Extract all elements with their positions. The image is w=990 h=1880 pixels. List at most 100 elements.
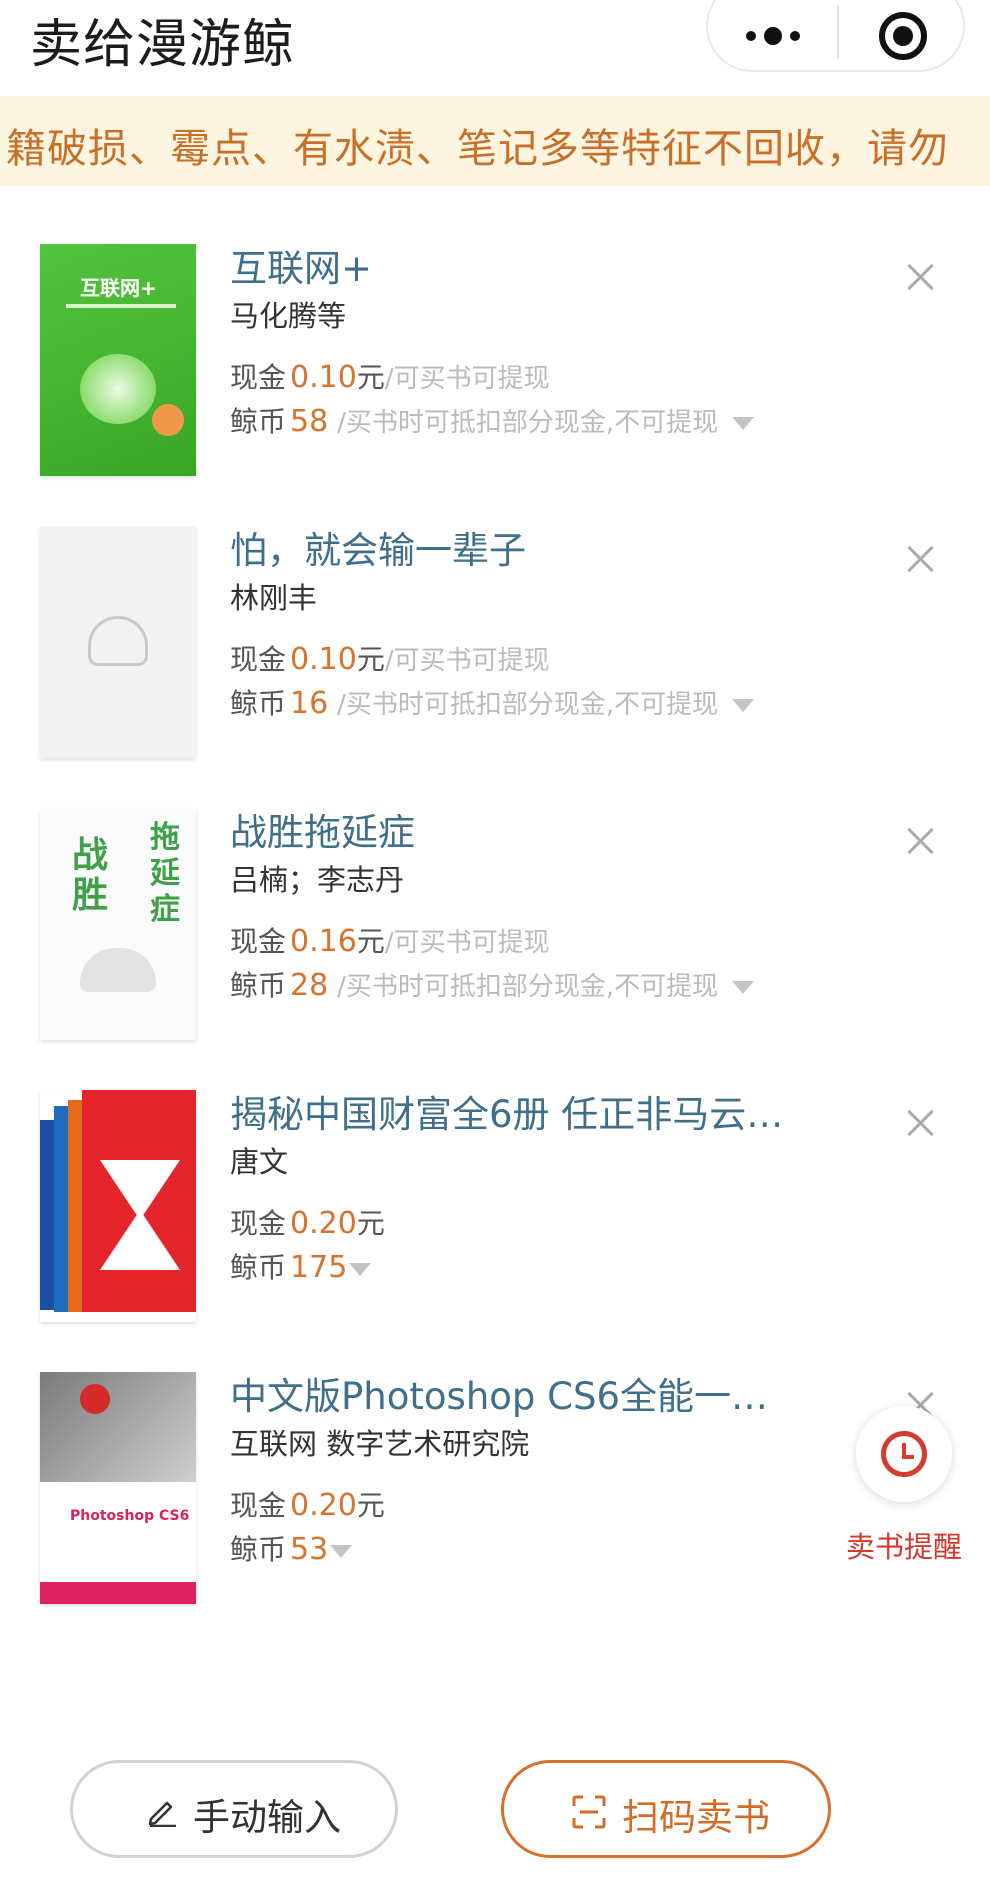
cash-value: 0.20 [290, 1488, 357, 1523]
sell-reminder-button[interactable] [856, 1406, 952, 1502]
caret-down-icon[interactable] [732, 980, 755, 994]
coin-value: 175 [290, 1250, 348, 1285]
list-item: 互联网+ 互联网+ 马化腾等 现金 0.10元/可买书可提现 鲸币 58 /买书时可… [0, 220, 990, 502]
cash-value: 0.20 [290, 1206, 357, 1241]
notice-text: 籍破损、霉点、有水渍、笔记多等特征不回收，请勿 [6, 126, 949, 172]
coin-row[interactable]: 鲸币 175 [230, 1246, 830, 1290]
book-cover[interactable]: 互联网+ [40, 244, 196, 476]
yuan-unit: 元 [356, 361, 385, 394]
cash-value: 0.16 [290, 924, 357, 959]
cash-label: 现金 [230, 1207, 287, 1240]
remove-icon[interactable] [900, 540, 940, 580]
caret-down-icon[interactable] [732, 416, 755, 430]
coin-value: 16 [290, 686, 329, 721]
cover-spine [40, 1120, 54, 1310]
remove-icon[interactable] [900, 822, 940, 862]
cover-spine [68, 1100, 82, 1312]
cover-art [80, 354, 156, 424]
remove-icon[interactable] [900, 258, 940, 298]
cash-row: 现金 0.20元 [230, 1202, 830, 1246]
coin-label: 鲸币 [230, 1533, 287, 1566]
coin-row[interactable]: 鲸币 16 /买书时可抵扣部分现金,不可提现 [230, 682, 830, 726]
yuan-unit: 元 [356, 1207, 385, 1240]
book-title[interactable]: 中文版Photoshop CS6全能一… [230, 1372, 790, 1422]
cover-rose [80, 1384, 110, 1414]
notice-banner: 籍破损、霉点、有水渍、笔记多等特征不回收，请勿 [0, 96, 990, 186]
mini-program-capsule [706, 0, 965, 72]
book-author: 互联网 数字艺术研究院 [230, 1427, 530, 1461]
caret-down-icon[interactable] [349, 1262, 372, 1276]
book-info: 战胜拖延症 吕楠；李志丹 现金 0.16元/可买书可提现 鲸币 28 /买书时可抵扣… [230, 808, 830, 1008]
coin-label: 鲸币 [230, 1251, 287, 1284]
coin-label: 鲸币 [230, 405, 287, 438]
cash-label: 现金 [230, 1489, 287, 1522]
book-title[interactable]: 战胜拖延症 [230, 808, 810, 858]
cover-title: Photoshop CS6 [70, 1508, 190, 1524]
cash-hint: /可买书可提现 [384, 364, 550, 394]
cash-row: 现金 0.20元 [230, 1484, 830, 1528]
coin-row[interactable]: 鲸币 58 /买书时可抵扣部分现金,不可提现 [230, 400, 830, 444]
cover-title-left: 战胜 [72, 835, 109, 916]
book-author: 马化腾等 [230, 299, 347, 333]
book-author: 吕楠；李志丹 [230, 863, 405, 897]
clock-hand [902, 1455, 914, 1459]
list-item: 怕，就会输一辈子 林刚丰 现金 0.10元/可买书可提现 鲸币 16 /买书时可抵扣… [0, 502, 990, 784]
yuan-unit: 元 [356, 1489, 385, 1522]
sell-reminder-label[interactable]: 卖书提醒 [846, 1524, 962, 1566]
caret-down-icon[interactable] [330, 1544, 353, 1558]
cover-art [80, 948, 156, 992]
page-title: 卖给漫游鲸 [30, 15, 296, 75]
book-author: 林刚丰 [230, 581, 318, 615]
coin-row[interactable]: 鲸币 28 /买书时可抵扣部分现金,不可提现 [230, 964, 830, 1008]
caret-down-icon[interactable] [732, 698, 755, 712]
list-item: 战胜 拖延症 战胜拖延症 吕楠；李志丹 现金 0.16元/可买书可提现 鲸币 28 … [0, 784, 990, 1066]
cover-spine [54, 1106, 68, 1312]
book-cover[interactable]: Photoshop CS6 [40, 1372, 196, 1604]
yuan-unit: 元 [356, 925, 385, 958]
cash-label: 现金 [230, 925, 287, 958]
cash-value: 0.10 [290, 360, 357, 395]
cash-hint: /可买书可提现 [384, 928, 550, 958]
book-title[interactable]: 怕，就会输一辈子 [230, 526, 810, 576]
more-dots-icon[interactable] [708, 0, 837, 70]
book-cover[interactable]: 战胜 拖延症 [40, 808, 196, 1040]
cover-stripe [66, 304, 176, 308]
book-info: 互联网+ 马化腾等 现金 0.10元/可买书可提现 鲸币 58 /买书时可抵扣部分现… [230, 244, 830, 444]
cover-photo [40, 1372, 196, 1482]
book-cover[interactable] [40, 1090, 196, 1322]
cash-value: 0.10 [290, 642, 357, 677]
book-title[interactable]: 揭秘中国财富全6册 任正非马云… [230, 1090, 810, 1140]
cash-row: 现金 0.10元/可买书可提现 [230, 356, 830, 400]
remove-icon[interactable] [900, 1104, 940, 1144]
book-title[interactable]: 互联网+ [230, 244, 810, 294]
cover-footer [40, 1582, 196, 1604]
book-cover[interactable] [40, 526, 196, 758]
coin-value: 28 [290, 968, 329, 1003]
placeholder-icon [88, 616, 148, 666]
target-close-icon[interactable] [839, 0, 965, 70]
list-item: 揭秘中国财富全6册 任正非马云… 唐文 现金 0.20元 鲸币 175 [0, 1066, 990, 1348]
book-info: 怕，就会输一辈子 林刚丰 现金 0.10元/可买书可提现 鲸币 16 /买书时可抵扣… [230, 526, 830, 726]
nav-header: 卖给漫游鲸 [0, 0, 990, 96]
book-info: 中文版Photoshop CS6全能一… 互联网 数字艺术研究院 现金 0.20元… [230, 1372, 830, 1572]
cash-hint: /可买书可提现 [384, 646, 550, 676]
coin-value: 53 [290, 1532, 329, 1567]
coin-label: 鲸币 [230, 969, 287, 1002]
yuan-unit: 元 [356, 643, 385, 676]
scan-sell-label: 扫码卖书 [622, 1796, 770, 1839]
coin-hint: /买书时可抵扣部分现金,不可提现 [337, 690, 719, 720]
coin-value: 58 [290, 404, 329, 439]
cash-row: 现金 0.16元/可买书可提现 [230, 920, 830, 964]
manual-input-label: 手动输入 [193, 1796, 341, 1839]
scan-icon [572, 1795, 606, 1829]
cover-title: 互联网+ [80, 276, 157, 300]
coin-label: 鲸币 [230, 687, 287, 720]
cover-badge [152, 404, 184, 436]
manual-input-button[interactable]: 手动输入 [70, 1760, 398, 1858]
cash-row: 现金 0.10元/可买书可提现 [230, 638, 830, 682]
list-item: Photoshop CS6 中文版Photoshop CS6全能一… 互联网 数… [0, 1348, 990, 1630]
coin-row[interactable]: 鲸币 53 [230, 1528, 830, 1572]
cover-title-right: 拖延症 [150, 820, 180, 927]
scan-sell-button[interactable]: 扫码卖书 [501, 1760, 831, 1858]
coin-hint: /买书时可抵扣部分现金,不可提现 [337, 408, 719, 438]
